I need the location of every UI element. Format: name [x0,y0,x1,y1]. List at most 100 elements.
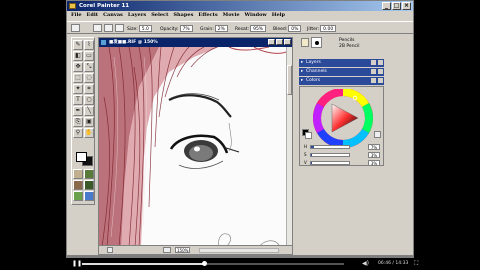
brush-tool-icon[interactable] [71,24,80,32]
saturation-slider[interactable] [310,153,350,157]
brush-tool-button[interactable]: ✎ [73,40,83,50]
reset-tool-icon[interactable] [93,24,102,32]
pause-icon[interactable]: ❚❚ [72,260,82,267]
eraser-tool-button[interactable]: ▭ [84,51,94,61]
property-bar: Size: 5.0 Opacity: 7% Grain: 2% Resat: 95% B… [67,21,413,34]
jitter-label: Jitter: [307,27,320,32]
menu-select[interactable]: Select [151,11,168,20]
channels-palette-close-icon[interactable] [378,69,383,74]
doc-maximize-button[interactable] [276,39,283,45]
size-label: Size: [127,27,138,32]
brush-category-icon[interactable] [301,38,309,47]
vertical-scroll-thumb[interactable] [287,65,292,95]
weave-selector-button[interactable] [84,191,94,201]
document-controls [268,39,291,45]
value-slider-fill [311,162,313,164]
nozzle-selector-button[interactable] [84,180,94,190]
document-title-bar[interactable]: ■发■■.RIF @ 150% [99,38,292,47]
app-icon [69,3,76,9]
value-slider[interactable] [310,161,350,165]
canvas-vertical-scrollbar[interactable] [286,47,292,247]
menu-edit[interactable]: Edit [87,11,99,20]
gradient-selector-button[interactable] [73,180,83,190]
color-info-icon[interactable] [374,131,381,138]
canvas-info-icon[interactable] [107,247,113,253]
main-color-swatch[interactable] [76,152,87,162]
saturation-value-field[interactable]: 3% [368,152,380,158]
clone-tool-button[interactable]: ⎘ [73,117,83,127]
colors-palette-header[interactable]: Colors [299,77,384,85]
text-tool-button[interactable]: T [73,95,83,105]
jitter-input[interactable]: 0.00 [320,25,337,32]
layers-palette-close-icon[interactable] [378,60,383,65]
value-slider-label: V [304,160,307,165]
dropper-tool-button[interactable]: ⌇ [84,40,94,50]
crop-tool-button[interactable]: ⌗ [84,84,94,94]
resat-field: Resat: 95% [235,25,267,33]
volume-icon[interactable]: ◀) [362,260,369,267]
menu-help[interactable]: Help [272,11,285,20]
menu-movie[interactable]: Movie [223,11,240,20]
paper-selector-button[interactable] [73,169,83,179]
look-selector-button[interactable] [73,191,83,201]
zoom-tool-button[interactable]: ⚲ [73,128,83,138]
size-input[interactable]: 5.0 [138,25,152,32]
opacity-label: Opacity: [160,27,179,32]
channels-palette-menu-icon[interactable] [371,69,376,74]
magic-wand-tool-button[interactable]: ✦ [73,84,83,94]
menu-layers[interactable]: Layers [128,11,146,20]
minimize-button[interactable]: _ [382,2,391,10]
brush-category-label[interactable]: Pencils [339,38,355,43]
rotate-page-icon[interactable] [163,247,171,253]
zoom-level-field[interactable]: 150% [175,247,191,253]
opacity-field: Opacity: 7% [160,25,193,33]
colors-palette-menu-icon[interactable] [371,78,376,83]
rubber-stamp-tool-button[interactable]: ▣ [84,117,94,127]
paint-bucket-tool-button[interactable]: ◧ [73,51,83,61]
hue-slider[interactable] [310,145,350,149]
lasso-tool-button[interactable]: ◌ [84,73,94,83]
layer-adjuster-tool-button[interactable]: ✥ [73,62,83,72]
video-frame: Corel Painter 11 _ □ × File Edit Canvas … [0,0,480,270]
line-tool-button[interactable]: ╲ [84,106,94,116]
pattern-selector-button[interactable] [84,169,94,179]
maximize-button[interactable]: □ [392,2,401,10]
menu-shapes[interactable]: Shapes [173,11,193,20]
transform-tool-button[interactable]: ⤡ [84,62,94,72]
layers-palette-menu-icon[interactable] [371,60,376,65]
shape-tool-button[interactable]: ○ [84,95,94,105]
layers-palette-header[interactable]: Layers [299,59,384,67]
doc-close-button[interactable] [284,39,291,45]
grabber-tool-button[interactable]: ✋ [84,128,94,138]
brush-variant-label[interactable]: 2B Pencil [339,44,360,49]
hue-value-field[interactable]: 7% [368,144,380,150]
video-progress-knob[interactable] [202,261,208,266]
doc-minimize-button[interactable] [268,39,275,45]
window-controls: _ □ × [382,2,411,10]
resat-input[interactable]: 95% [250,25,267,32]
menu-effects[interactable]: Effects [198,11,217,20]
fullscreen-icon[interactable]: ⛶ [414,260,418,268]
video-progress-track[interactable] [82,261,344,266]
rect-select-tool-button[interactable]: ⬚ [73,73,83,83]
drawing-canvas[interactable] [99,47,286,247]
bleed-input[interactable]: 0% [288,25,302,32]
color-wheel[interactable] [308,89,378,149]
canvas-horizontal-scrollbar[interactable] [199,248,279,253]
opacity-input[interactable]: 7% [179,25,193,32]
window-title-bar[interactable]: Corel Painter 11 _ □ × [67,1,413,11]
grain-input[interactable]: 2% [214,25,228,32]
jitter-field: Jitter: 0.00 [307,25,337,33]
channels-palette-header[interactable]: Channels [299,68,384,76]
menu-file[interactable]: File [71,11,82,20]
colors-palette-close-icon[interactable] [378,78,383,83]
pen-tool-button[interactable]: ✒ [73,106,83,116]
menu-window[interactable]: Window [245,11,267,20]
saturation-slider-label: S [304,152,307,157]
menu-canvas[interactable]: Canvas [103,11,123,20]
color-swatch-secondary[interactable] [305,132,312,139]
value-value-field[interactable]: 3% [368,160,380,166]
close-button[interactable]: × [402,2,411,10]
brush-shape-icon[interactable] [115,24,124,32]
brush-mode-icon[interactable] [104,24,113,32]
